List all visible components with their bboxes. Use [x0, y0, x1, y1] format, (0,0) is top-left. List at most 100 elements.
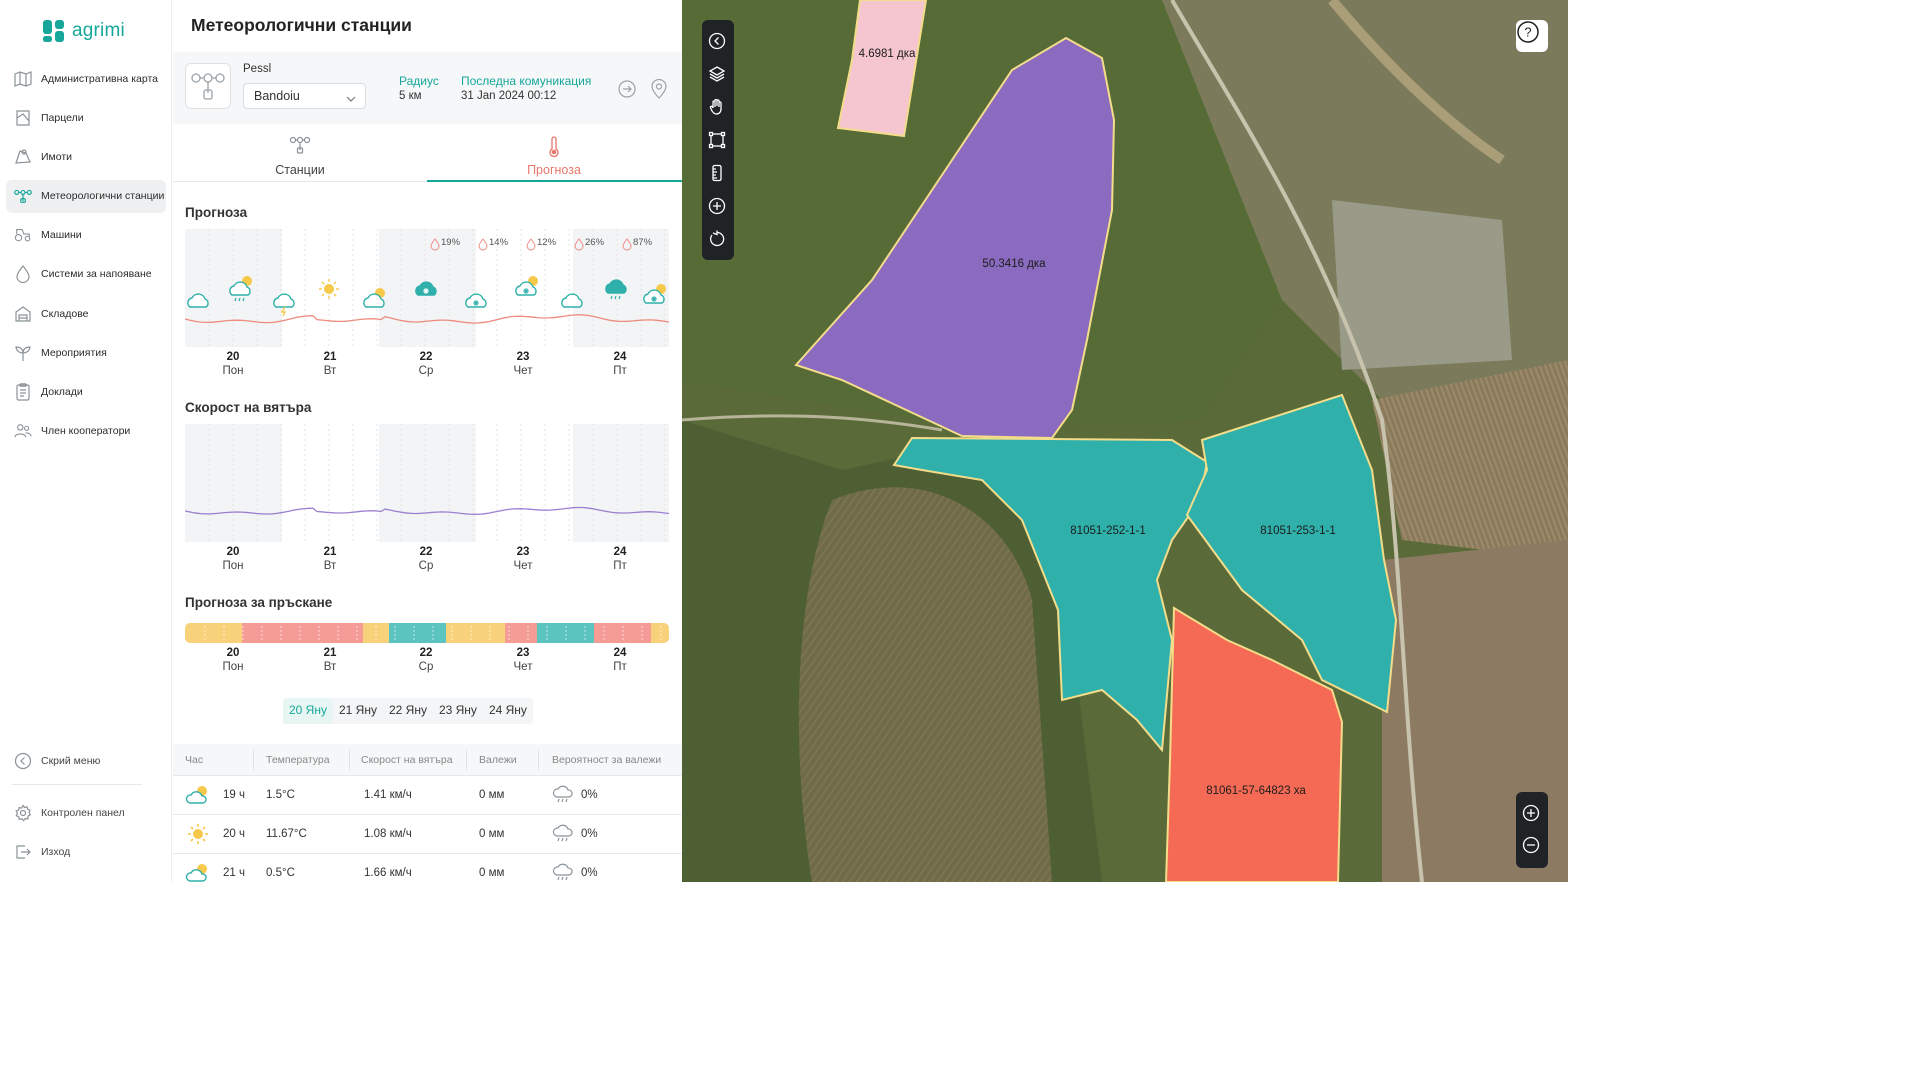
column-header: Час — [185, 754, 204, 766]
control-panel-button[interactable]: Контролен панел — [6, 796, 166, 829]
sun-ray — [321, 281, 325, 285]
spray-segments — [185, 623, 669, 643]
day-tab-23[interactable]: 23 Яну — [433, 698, 483, 724]
sidebar-item-label: Административна карта — [41, 72, 158, 85]
sidebar-item-machines[interactable]: Машини — [6, 219, 166, 252]
station-thumbnail — [185, 63, 231, 109]
day-label: 21 Вт — [323, 351, 337, 377]
day-tab-22[interactable]: 22 Яну — [383, 698, 433, 724]
tab-label: Прогноза — [527, 163, 581, 177]
precip-badge: 19% — [441, 237, 461, 248]
day-tab-24[interactable]: 24 Яну — [483, 698, 533, 724]
day-tab-20[interactable]: 20 Яну — [283, 698, 333, 724]
temperature-cell: 1.5°C — [266, 789, 295, 801]
hide-menu-button[interactable]: Скрий меню — [6, 744, 166, 777]
sidebar-item-parcels[interactable]: Парцели — [6, 101, 166, 134]
sidebar-item-reports[interactable]: Доклади — [6, 376, 166, 409]
cloud-sun-icon — [185, 864, 207, 882]
plant-icon — [14, 344, 32, 362]
temperature-cell: 0.5°C — [266, 867, 295, 879]
chevron-left-circle-icon — [14, 752, 32, 770]
forecast-day-labels: 20 Пон 21 Вт 22 Ср 23 Чет 24 Пт — [185, 351, 669, 381]
day-label: 23 Чет — [513, 647, 533, 673]
column-header: Температура — [266, 754, 330, 766]
reset-button[interactable] — [708, 230, 728, 250]
station-locate-button[interactable] — [649, 79, 669, 99]
precip-badge: 87% — [633, 237, 653, 248]
spray-segment — [389, 623, 446, 643]
weather-station-icon — [191, 73, 225, 100]
precip-badge: 26% — [585, 237, 605, 248]
day-label: 24 Пт — [613, 647, 627, 673]
hand-icon — [709, 98, 722, 115]
members-icon — [14, 422, 32, 440]
day-label: 20 Пон — [222, 546, 244, 572]
radius-label: Радиус — [399, 74, 439, 88]
station-select[interactable]: Bandoiu — [243, 83, 366, 109]
sidebar-item-label: Доклади — [41, 386, 83, 398]
parcel-icon — [14, 109, 32, 127]
temperature-cell: 11.67°C — [266, 828, 307, 840]
day-tab-21[interactable]: 21 Яну — [333, 698, 383, 724]
polygon-select-icon — [708, 131, 726, 149]
precipitation-cell: 0 мм — [479, 789, 505, 801]
forecast-chart: 19% 14% 12% 26% 87% — [184, 229, 670, 347]
weather-station-icon — [289, 136, 311, 154]
help-button[interactable]: ? — [1516, 20, 1548, 52]
back-button[interactable] — [708, 32, 728, 52]
wind-cell: 1.41 км/ч — [364, 789, 412, 801]
weather-panel: Метеорологични станции Pessl Bandoiu Рад… — [173, 0, 682, 882]
add-button[interactable] — [708, 197, 728, 217]
sidebar-item-properties[interactable]: Имоти — [6, 140, 166, 173]
day-label: 22 Ср — [418, 351, 434, 377]
hourly-table-header: Час Температура Скорост на вятъра Валежи… — [173, 744, 682, 776]
sidebar: agrimi Административна карта Парцели Имо… — [0, 0, 172, 882]
parcel-label: 50.3416 дка — [982, 258, 1046, 270]
tab-forecast[interactable]: Прогноза — [427, 130, 681, 182]
day-label: 23 Чет — [513, 351, 533, 377]
sidebar-item-label: Метеорологични станции — [41, 190, 165, 203]
logout-button[interactable]: Изход — [6, 835, 166, 868]
zoom-in-button[interactable] — [1522, 804, 1542, 824]
cloud-sun-icon — [363, 288, 385, 308]
sidebar-item-weather-stations[interactable]: Метеорологични станции — [6, 179, 166, 213]
help-icon: ? — [1517, 21, 1539, 43]
satellite-map — [682, 0, 1568, 882]
sidebar-item-warehouses[interactable]: Складове — [6, 297, 166, 330]
panel-tabs: Станции Прогноза — [173, 130, 682, 182]
pan-button[interactable] — [708, 98, 728, 118]
draw-polygon-button[interactable] — [708, 131, 728, 151]
day-label: 22 Ср — [418, 546, 434, 572]
sidebar-item-members[interactable]: Член кооператори — [6, 415, 166, 448]
tab-stations[interactable]: Станции — [173, 130, 427, 182]
sidebar-item-irrigation[interactable]: Системи за напояване — [6, 258, 166, 291]
column-divider — [538, 750, 539, 770]
sidebar-item-label: Парцели — [41, 111, 84, 124]
spray-day-labels: 20 Пон 21 Вт 22 Ср 23 Чет 24 Пт — [185, 647, 669, 677]
svg-text:?: ? — [1524, 25, 1531, 40]
day-band — [573, 424, 670, 542]
plus-circle-icon — [1522, 804, 1540, 822]
sidebar-item-label: Мероприятия — [41, 346, 107, 359]
logo[interactable]: agrimi — [42, 18, 125, 44]
layers-icon — [708, 66, 726, 82]
hour-cell: 21 ч — [223, 867, 245, 879]
table-row: 19 ч 1.5°C 1.41 км/ч 0 мм 0% — [173, 776, 682, 815]
weather-station-icon — [14, 187, 32, 205]
tab-label: Станции — [275, 163, 325, 177]
sidebar-item-activities[interactable]: Мероприятия — [6, 336, 166, 369]
cloud-rain-icon — [552, 824, 573, 842]
sidebar-item-admin-map[interactable]: Административна карта — [6, 62, 166, 95]
measure-button[interactable] — [708, 164, 728, 184]
table-row: 20 ч 11.67°C 1.08 км/ч 0 мм 0% — [173, 815, 682, 854]
precip-badge: 14% — [489, 237, 509, 248]
water-drop-icon — [14, 265, 32, 284]
probability-cell: 0% — [581, 789, 598, 801]
layers-button[interactable] — [708, 65, 728, 85]
map-view[interactable]: 4.6981 дка 50.3416 дка 81051-252-1-1 810… — [682, 0, 1568, 882]
station-toggle-button[interactable] — [617, 79, 637, 99]
column-divider — [466, 750, 467, 770]
logo-text: agrimi — [72, 20, 125, 41]
zoom-out-button[interactable] — [1522, 836, 1542, 856]
station-selector-bar: Pessl Bandoiu Радиус 5 км Последна комун… — [173, 52, 682, 124]
